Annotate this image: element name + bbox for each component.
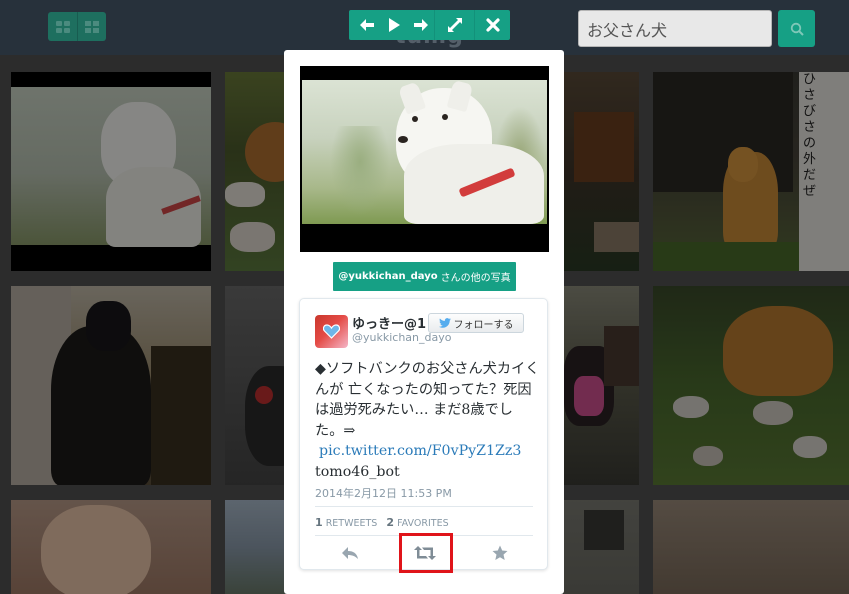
play-icon bbox=[388, 18, 400, 32]
photo-tile[interactable] bbox=[653, 500, 849, 594]
favorite-button[interactable] bbox=[486, 539, 514, 567]
photo-tile[interactable] bbox=[11, 72, 211, 271]
list-view-button[interactable] bbox=[77, 12, 106, 41]
heart-icon bbox=[323, 324, 340, 339]
reply-button[interactable] bbox=[336, 539, 364, 567]
user-photos-button[interactable]: @yukkichan_dayo さんの他の写真 bbox=[333, 262, 516, 291]
avatar[interactable] bbox=[315, 315, 348, 348]
fullscreen-button[interactable] bbox=[434, 10, 474, 40]
fullscreen-icon bbox=[447, 18, 462, 32]
photo-tile[interactable]: ひさびさの外だぜ bbox=[653, 72, 849, 271]
tweet-stats: 1 RETWEETS 2 FAVORITES bbox=[315, 516, 449, 529]
photo-tile[interactable] bbox=[225, 286, 285, 485]
close-button[interactable] bbox=[474, 10, 510, 40]
previous-button[interactable] bbox=[353, 10, 380, 40]
top-bar: tumg bbox=[0, 0, 849, 55]
tweet-card: ゆっきー@1 @yukkichan_dayo フォローする ◆ソフトバンクのお父… bbox=[299, 298, 548, 573]
next-button[interactable] bbox=[407, 10, 434, 40]
photo-tile[interactable] bbox=[564, 286, 639, 485]
favorites-label: FAVORITES bbox=[397, 518, 449, 529]
favorites-count[interactable]: 2 bbox=[386, 516, 394, 529]
tweet-text: ◆ソフトバンクのお父さん犬カイくんが 亡くなったの知ってた？死因は過労死みたい…… bbox=[315, 359, 540, 482]
twitter-bird-icon bbox=[438, 318, 451, 328]
divider bbox=[315, 506, 533, 507]
play-button[interactable] bbox=[380, 10, 407, 40]
favorite-icon bbox=[492, 545, 508, 560]
follow-button[interactable]: フォローする bbox=[428, 313, 524, 333]
reply-icon bbox=[342, 547, 358, 559]
follow-label: フォローする bbox=[453, 319, 514, 331]
arrow-right-icon bbox=[413, 19, 428, 31]
arrow-left-icon bbox=[359, 19, 374, 31]
tweet-link[interactable]: pic.twitter.com/F0vPyZ1Zz3 bbox=[319, 443, 521, 459]
photo-tile[interactable] bbox=[11, 286, 211, 485]
grid-view-icon bbox=[55, 20, 70, 33]
retweets-label: RETWEETS bbox=[325, 518, 378, 529]
user-photos-username: @yukkichan_dayo bbox=[338, 271, 438, 282]
search-button[interactable] bbox=[778, 10, 815, 47]
retweets-count[interactable]: 1 bbox=[315, 516, 323, 529]
photo-tile[interactable] bbox=[225, 72, 285, 271]
display-name[interactable]: ゆっきー@1 bbox=[352, 313, 426, 332]
photo-tile[interactable] bbox=[564, 500, 639, 594]
photo-tile[interactable] bbox=[564, 72, 639, 271]
retweet-highlight-box bbox=[399, 533, 453, 573]
search-input[interactable] bbox=[578, 10, 772, 47]
viewer-nav-group bbox=[349, 10, 510, 40]
user-photos-suffix: さんの他の写真 bbox=[440, 273, 511, 284]
photo-modal: @yukkichan_dayo さんの他の写真 ゆっきー@1 @yukkicha… bbox=[284, 50, 564, 594]
layout-toggle-group bbox=[48, 12, 106, 41]
photo-tile[interactable] bbox=[653, 286, 849, 485]
close-icon bbox=[485, 18, 500, 32]
photo-tile[interactable] bbox=[11, 500, 211, 594]
photo-tile[interactable] bbox=[225, 500, 285, 594]
grid-view-button[interactable] bbox=[48, 12, 77, 41]
tweet-signature: tomo46_bot bbox=[315, 463, 400, 480]
list-view-icon bbox=[85, 20, 99, 33]
tweet-body: ◆ソフトバンクのお父さん犬カイくんが 亡くなったの知ってた？死因は過労死みたい…… bbox=[315, 361, 540, 439]
modal-photo bbox=[300, 66, 549, 252]
timestamp[interactable]: 2014年2月12日 11:53 PM bbox=[315, 485, 452, 501]
search-icon bbox=[790, 22, 804, 36]
